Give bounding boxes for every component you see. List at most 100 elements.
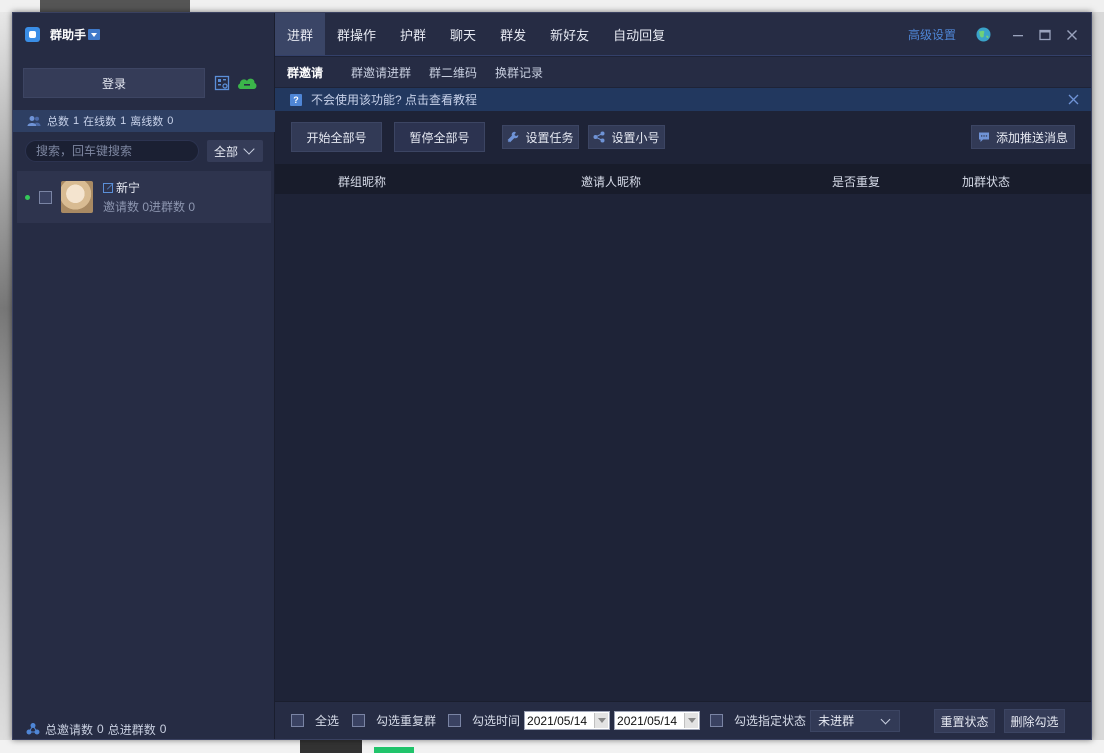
- qr-settings-icon[interactable]: [214, 75, 230, 91]
- chevron-down-icon: [243, 143, 255, 155]
- share-icon: [593, 131, 605, 143]
- desktop-background-bottom: [0, 740, 1104, 753]
- cloud-sync-icon[interactable]: [236, 75, 258, 91]
- select-state-label[interactable]: 勾选指定状态: [734, 712, 806, 729]
- select-all-label[interactable]: 全选: [315, 712, 339, 729]
- tab-group-ops[interactable]: 群操作: [325, 13, 388, 55]
- chevron-down-icon: [880, 714, 891, 724]
- account-filter-value: 全部: [214, 144, 239, 159]
- account-sub-stats: 邀请数 0进群数 0: [103, 200, 196, 214]
- app-menu-dropdown-icon[interactable]: [88, 29, 101, 40]
- app-logo-icon: [25, 27, 40, 42]
- select-time-label[interactable]: 勾选时间: [472, 712, 520, 729]
- account-name-row: 新宁: [103, 179, 195, 196]
- minimize-icon: [1013, 34, 1023, 36]
- login-row: 登录: [23, 68, 268, 98]
- select-time-checkbox[interactable]: [448, 714, 462, 727]
- tab-chat[interactable]: 聊天: [438, 13, 488, 55]
- help-notice-bar[interactable]: ? 不会使用该功能? 点击查看教程: [275, 88, 1091, 111]
- maximize-button[interactable]: [1032, 22, 1058, 48]
- login-button[interactable]: 登录: [23, 68, 205, 98]
- account-search-input[interactable]: [25, 140, 199, 162]
- account-checkbox[interactable]: [39, 190, 52, 204]
- select-duplicate-checkbox[interactable]: [352, 714, 366, 727]
- help-notice-text[interactable]: 不会使用该功能? 点击查看教程: [311, 91, 477, 108]
- set-sub-account-button[interactable]: 设置小号: [588, 125, 665, 149]
- reset-state-button[interactable]: 重置状态: [934, 709, 995, 733]
- minimize-button[interactable]: [1005, 22, 1031, 48]
- account-stats-bar: 总数 1 在线数 1 离线数 0: [13, 110, 275, 132]
- stats-online-value: 1: [120, 115, 127, 127]
- account-list-item[interactable]: 新宁 邀请数 0进群数 0: [17, 171, 271, 223]
- subtab-group-invite[interactable]: 群邀请: [287, 64, 323, 81]
- brand-bar: 群助手: [13, 13, 275, 56]
- tab-guard-group[interactable]: 护群: [388, 13, 438, 55]
- date-from-dropdown-icon[interactable]: [594, 713, 609, 728]
- tab-auto-reply[interactable]: 自动回复: [601, 13, 677, 55]
- app-window: 群助手 登录 总数 1 在线数 1 离线数 0 搜索，回车键搜索 全部 新宁 邀…: [12, 12, 1092, 740]
- stats-total-label: 总数: [47, 116, 69, 128]
- stats-online-label: 在线数: [83, 116, 117, 128]
- edit-icon[interactable]: [103, 182, 114, 193]
- desktop-background-bottom-green: [374, 747, 414, 753]
- account-info: 新宁 邀请数 0进群数 0: [103, 179, 195, 215]
- sidebar: 群助手 登录 总数 1 在线数 1 离线数 0 搜索，回车键搜索 全部 新宁 邀…: [13, 13, 275, 739]
- column-inviter-nickname[interactable]: 邀请人昵称: [581, 173, 641, 190]
- footer-invites-label: 总邀请数: [45, 722, 94, 737]
- date-from-picker[interactable]: 2021/05/14: [524, 711, 611, 730]
- advanced-settings-link[interactable]: 高级设置: [908, 26, 956, 43]
- invite-table-body: [275, 194, 1091, 701]
- subtab-group-qrcode[interactable]: 群二维码: [429, 64, 477, 81]
- column-group-nickname[interactable]: 群组昵称: [338, 173, 386, 190]
- pause-all-button[interactable]: 暂停全部号: [394, 122, 485, 152]
- sidebar-footer: 总邀请数 0 总进群数 0: [13, 718, 275, 740]
- select-duplicate-label[interactable]: 勾选重复群: [376, 712, 436, 729]
- table-header: 群组昵称 邀请人昵称 是否重复 加群状态: [275, 164, 1091, 194]
- people-icon: [27, 116, 41, 126]
- stats-offline-label: 离线数: [130, 116, 164, 128]
- account-filter-select[interactable]: 全部: [207, 140, 263, 162]
- account-name: 新宁: [116, 181, 141, 195]
- avatar: [61, 181, 93, 213]
- window-controls: 高级设置: [908, 13, 1091, 56]
- app-name: 群助手: [50, 28, 87, 42]
- add-push-message-label: 添加推送消息: [995, 130, 1068, 145]
- date-from-value: 2021/05/14: [527, 713, 588, 728]
- bottom-action-bar: 全选 勾选重复群 勾选时间 2021/05/14 2021/05/14 勾选指定…: [275, 701, 1091, 739]
- main-panel: 进群 群操作 护群 聊天 群发 新好友 自动回复 高级设置 群邀请 群邀请进群 …: [275, 13, 1091, 739]
- date-to-dropdown-icon[interactable]: [684, 713, 699, 728]
- select-all-checkbox[interactable]: [291, 714, 304, 727]
- globe-icon[interactable]: [976, 27, 991, 42]
- set-task-label: 设置任务: [525, 130, 574, 145]
- subtab-invite-join[interactable]: 群邀请进群: [351, 64, 411, 81]
- tab-new-friends[interactable]: 新好友: [538, 13, 601, 55]
- tab-mass-send[interactable]: 群发: [488, 13, 538, 55]
- start-all-button[interactable]: 开始全部号: [291, 122, 382, 152]
- column-is-duplicate[interactable]: 是否重复: [832, 173, 880, 190]
- close-icon: [1067, 29, 1077, 40]
- add-push-message-button[interactable]: 添加推送消息: [971, 125, 1075, 149]
- delete-selected-button[interactable]: 删除勾选: [1004, 709, 1065, 733]
- set-task-button[interactable]: 设置任务: [502, 125, 579, 149]
- search-row: 全部: [25, 140, 263, 162]
- select-state-checkbox[interactable]: [710, 714, 724, 727]
- desktop-background-thumbnail: [40, 0, 190, 12]
- top-nav: 进群 群操作 护群 聊天 群发 新好友 自动回复 高级设置: [275, 13, 1091, 56]
- date-to-value: 2021/05/14: [617, 713, 678, 728]
- message-icon: [978, 132, 989, 142]
- question-icon: ?: [290, 93, 302, 106]
- notice-close-icon[interactable]: [1068, 94, 1079, 105]
- date-to-picker[interactable]: 2021/05/14: [614, 711, 701, 730]
- set-sub-account-label: 设置小号: [611, 130, 660, 145]
- footer-invites-value: 0: [97, 722, 104, 736]
- footer-joins-label: 总进群数: [107, 722, 156, 737]
- tab-join-group[interactable]: 进群: [275, 13, 326, 55]
- desktop-background-bottom-dark: [300, 740, 362, 753]
- subtab-switch-records[interactable]: 换群记录: [495, 64, 543, 81]
- action-toolbar: 开始全部号 暂停全部号 设置任务 设置小号 添加推送消息: [275, 111, 1091, 163]
- column-join-status[interactable]: 加群状态: [962, 173, 1010, 190]
- footer-joins-value: 0: [159, 722, 167, 736]
- online-status-icon: [25, 194, 30, 200]
- join-state-select[interactable]: 未进群: [810, 709, 901, 732]
- close-button[interactable]: [1059, 22, 1085, 48]
